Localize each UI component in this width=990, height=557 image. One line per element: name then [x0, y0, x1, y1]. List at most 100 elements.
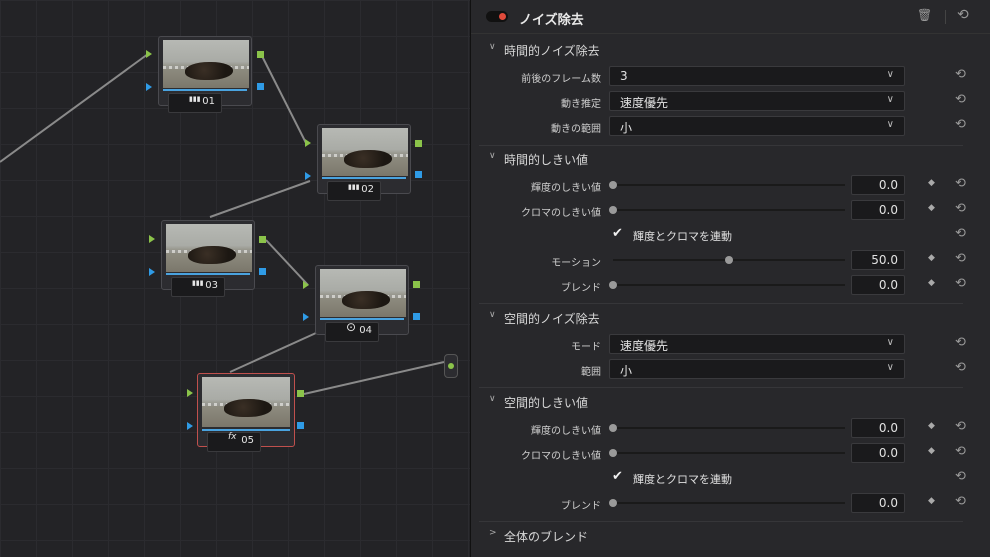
reset-icon[interactable]: ⟲ — [955, 67, 966, 82]
range-label: 範囲 — [581, 367, 601, 378]
node-04-alpha-input[interactable] — [303, 313, 309, 321]
node-bar — [163, 89, 247, 91]
dropdown-value: 速度優先 — [620, 339, 669, 353]
mode-dropdown[interactable]: 速度優先 ∨ — [609, 334, 905, 354]
node-04[interactable]: 04 ⊙ — [315, 265, 409, 342]
slider-handle[interactable] — [609, 424, 617, 432]
node-03-rgb-output[interactable] — [259, 236, 266, 243]
blend-slider[interactable] — [609, 499, 845, 507]
blend-slider[interactable] — [609, 281, 845, 289]
keyframe-diamond-icon[interactable]: ◆ — [928, 496, 935, 506]
keyframe-diamond-icon[interactable]: ◆ — [928, 421, 935, 431]
temporal-luma-row: 輝度のしきい値 0.0 ◆ ⟲ — [471, 175, 990, 195]
chroma-threshold-slider[interactable] — [609, 206, 845, 214]
reset-icon[interactable]: ⟲ — [955, 226, 966, 241]
luma-threshold-label: 輝度のしきい値 — [531, 183, 601, 194]
chevron-down-icon: ∨ — [886, 337, 894, 348]
link-luma-chroma-checkbox[interactable]: ✔ — [612, 227, 626, 241]
node-02-rgb-output[interactable] — [415, 140, 422, 147]
node-03[interactable]: 03 ▮▮▮ — [161, 220, 255, 297]
chroma-threshold-slider[interactable] — [609, 449, 845, 457]
reset-icon[interactable]: ⟲ — [955, 419, 966, 434]
motion-range-label: 動きの範囲 — [551, 124, 601, 135]
motion-estimation-label: 動き推定 — [561, 99, 601, 110]
node-05[interactable]: 05 fx — [197, 373, 295, 452]
keyframe-diamond-icon[interactable]: ◆ — [928, 203, 935, 213]
reset-icon[interactable]: ⟲ — [955, 251, 966, 266]
luma-threshold-value[interactable]: 0.0 — [851, 418, 905, 438]
node-01-alpha-input[interactable] — [146, 83, 152, 91]
keyframe-diamond-icon[interactable]: ◆ — [928, 253, 935, 263]
slider-handle[interactable] — [609, 449, 617, 457]
node-01-rgb-output[interactable] — [257, 51, 264, 58]
luma-threshold-slider[interactable] — [609, 424, 845, 432]
trash-icon[interactable]: 🗑 — [917, 8, 932, 22]
reset-icon[interactable]: ⟲ — [955, 469, 966, 484]
chroma-threshold-value[interactable]: 0.0 — [851, 200, 905, 220]
slider-handle[interactable] — [609, 281, 617, 289]
frames-label: 前後のフレーム数 — [521, 74, 601, 85]
reset-all-icon[interactable]: ⟲ — [957, 7, 969, 23]
chevron-down-icon: ∨ — [489, 151, 496, 161]
node-02-rgb-input[interactable] — [305, 139, 311, 147]
node-05-rgb-output[interactable] — [297, 390, 304, 397]
motion-estimation-dropdown[interactable]: 速度優先 ∨ — [609, 91, 905, 111]
reset-icon[interactable]: ⟲ — [955, 201, 966, 216]
noise-reduction-panel: ノイズ除去 🗑 ⟲ ∨ 時間的ノイズ除去 前後のフレーム数 3 ∨ ⟲ 動き推定 … — [470, 0, 990, 557]
reset-icon[interactable]: ⟲ — [955, 335, 966, 350]
blend-value[interactable]: 0.0 — [851, 493, 905, 513]
keyframe-diamond-icon[interactable]: ◆ — [928, 178, 935, 188]
keyframe-diamond-icon[interactable]: ◆ — [928, 446, 935, 456]
reset-icon[interactable]: ⟲ — [955, 494, 966, 509]
range-dropdown[interactable]: 小 ∨ — [609, 359, 905, 379]
blend-value[interactable]: 0.0 — [851, 275, 905, 295]
node-04-rgb-output[interactable] — [413, 281, 420, 288]
link-luma-chroma-checkbox[interactable]: ✔ — [612, 470, 626, 484]
node-01[interactable]: 01 ▮▮▮ — [158, 36, 252, 113]
reset-icon[interactable]: ⟲ — [955, 276, 966, 291]
luma-threshold-slider[interactable] — [609, 181, 845, 189]
node-03-rgb-input[interactable] — [149, 235, 155, 243]
motion-range-dropdown[interactable]: 小 ∨ — [609, 116, 905, 136]
output-dot-icon — [448, 363, 454, 369]
node-02-alpha-output[interactable] — [415, 171, 422, 178]
node-05-alpha-output[interactable] — [297, 422, 304, 429]
motion-range-row: 動きの範囲 小 ∨ ⟲ — [471, 116, 990, 136]
spatial-luma-row: 輝度のしきい値 0.0 ◆ ⟲ — [471, 418, 990, 438]
node-bar — [166, 273, 250, 275]
node-01-rgb-input[interactable] — [146, 50, 152, 58]
chroma-threshold-label: クロマのしきい値 — [521, 451, 601, 462]
reset-icon[interactable]: ⟲ — [955, 360, 966, 375]
reset-icon[interactable]: ⟲ — [955, 92, 966, 107]
slider-handle[interactable] — [725, 256, 733, 264]
keyframe-diamond-icon[interactable]: ◆ — [928, 278, 935, 288]
node-02-alpha-input[interactable] — [305, 172, 311, 180]
mode-row: モード 速度優先 ∨ ⟲ — [471, 334, 990, 354]
luma-threshold-value[interactable]: 0.0 — [851, 175, 905, 195]
motion-slider[interactable] — [613, 256, 845, 264]
chevron-down-icon: ∨ — [886, 362, 894, 373]
chroma-threshold-value[interactable]: 0.0 — [851, 443, 905, 463]
node-03-alpha-input[interactable] — [149, 268, 155, 276]
section-label: 時間的ノイズ除去 — [504, 44, 600, 58]
slider-handle[interactable] — [609, 181, 617, 189]
motion-value[interactable]: 50.0 — [851, 250, 905, 270]
node-04-rgb-input[interactable] — [303, 281, 309, 289]
slider-handle[interactable] — [609, 206, 617, 214]
output-node[interactable] — [444, 354, 458, 378]
reset-icon[interactable]: ⟲ — [955, 444, 966, 459]
node-04-alpha-output[interactable] — [413, 313, 420, 320]
node-05-rgb-input[interactable] — [187, 389, 193, 397]
node-graph[interactable]: 01 ▮▮▮ 02 ▮▮▮ 03 ▮▮▮ 04 ⊙ 05 fx — [0, 0, 470, 557]
bars-icon: ▮▮▮ — [189, 95, 201, 103]
dropdown-value: 速度優先 — [620, 96, 669, 110]
node-05-alpha-input[interactable] — [187, 422, 193, 430]
node-01-alpha-output[interactable] — [257, 83, 264, 90]
slider-handle[interactable] — [609, 499, 617, 507]
frames-dropdown[interactable]: 3 ∨ — [609, 66, 905, 86]
node-02[interactable]: 02 ▮▮▮ — [317, 124, 411, 201]
enable-toggle[interactable] — [486, 11, 508, 22]
reset-icon[interactable]: ⟲ — [955, 176, 966, 191]
node-03-alpha-output[interactable] — [259, 268, 266, 275]
reset-icon[interactable]: ⟲ — [955, 117, 966, 132]
